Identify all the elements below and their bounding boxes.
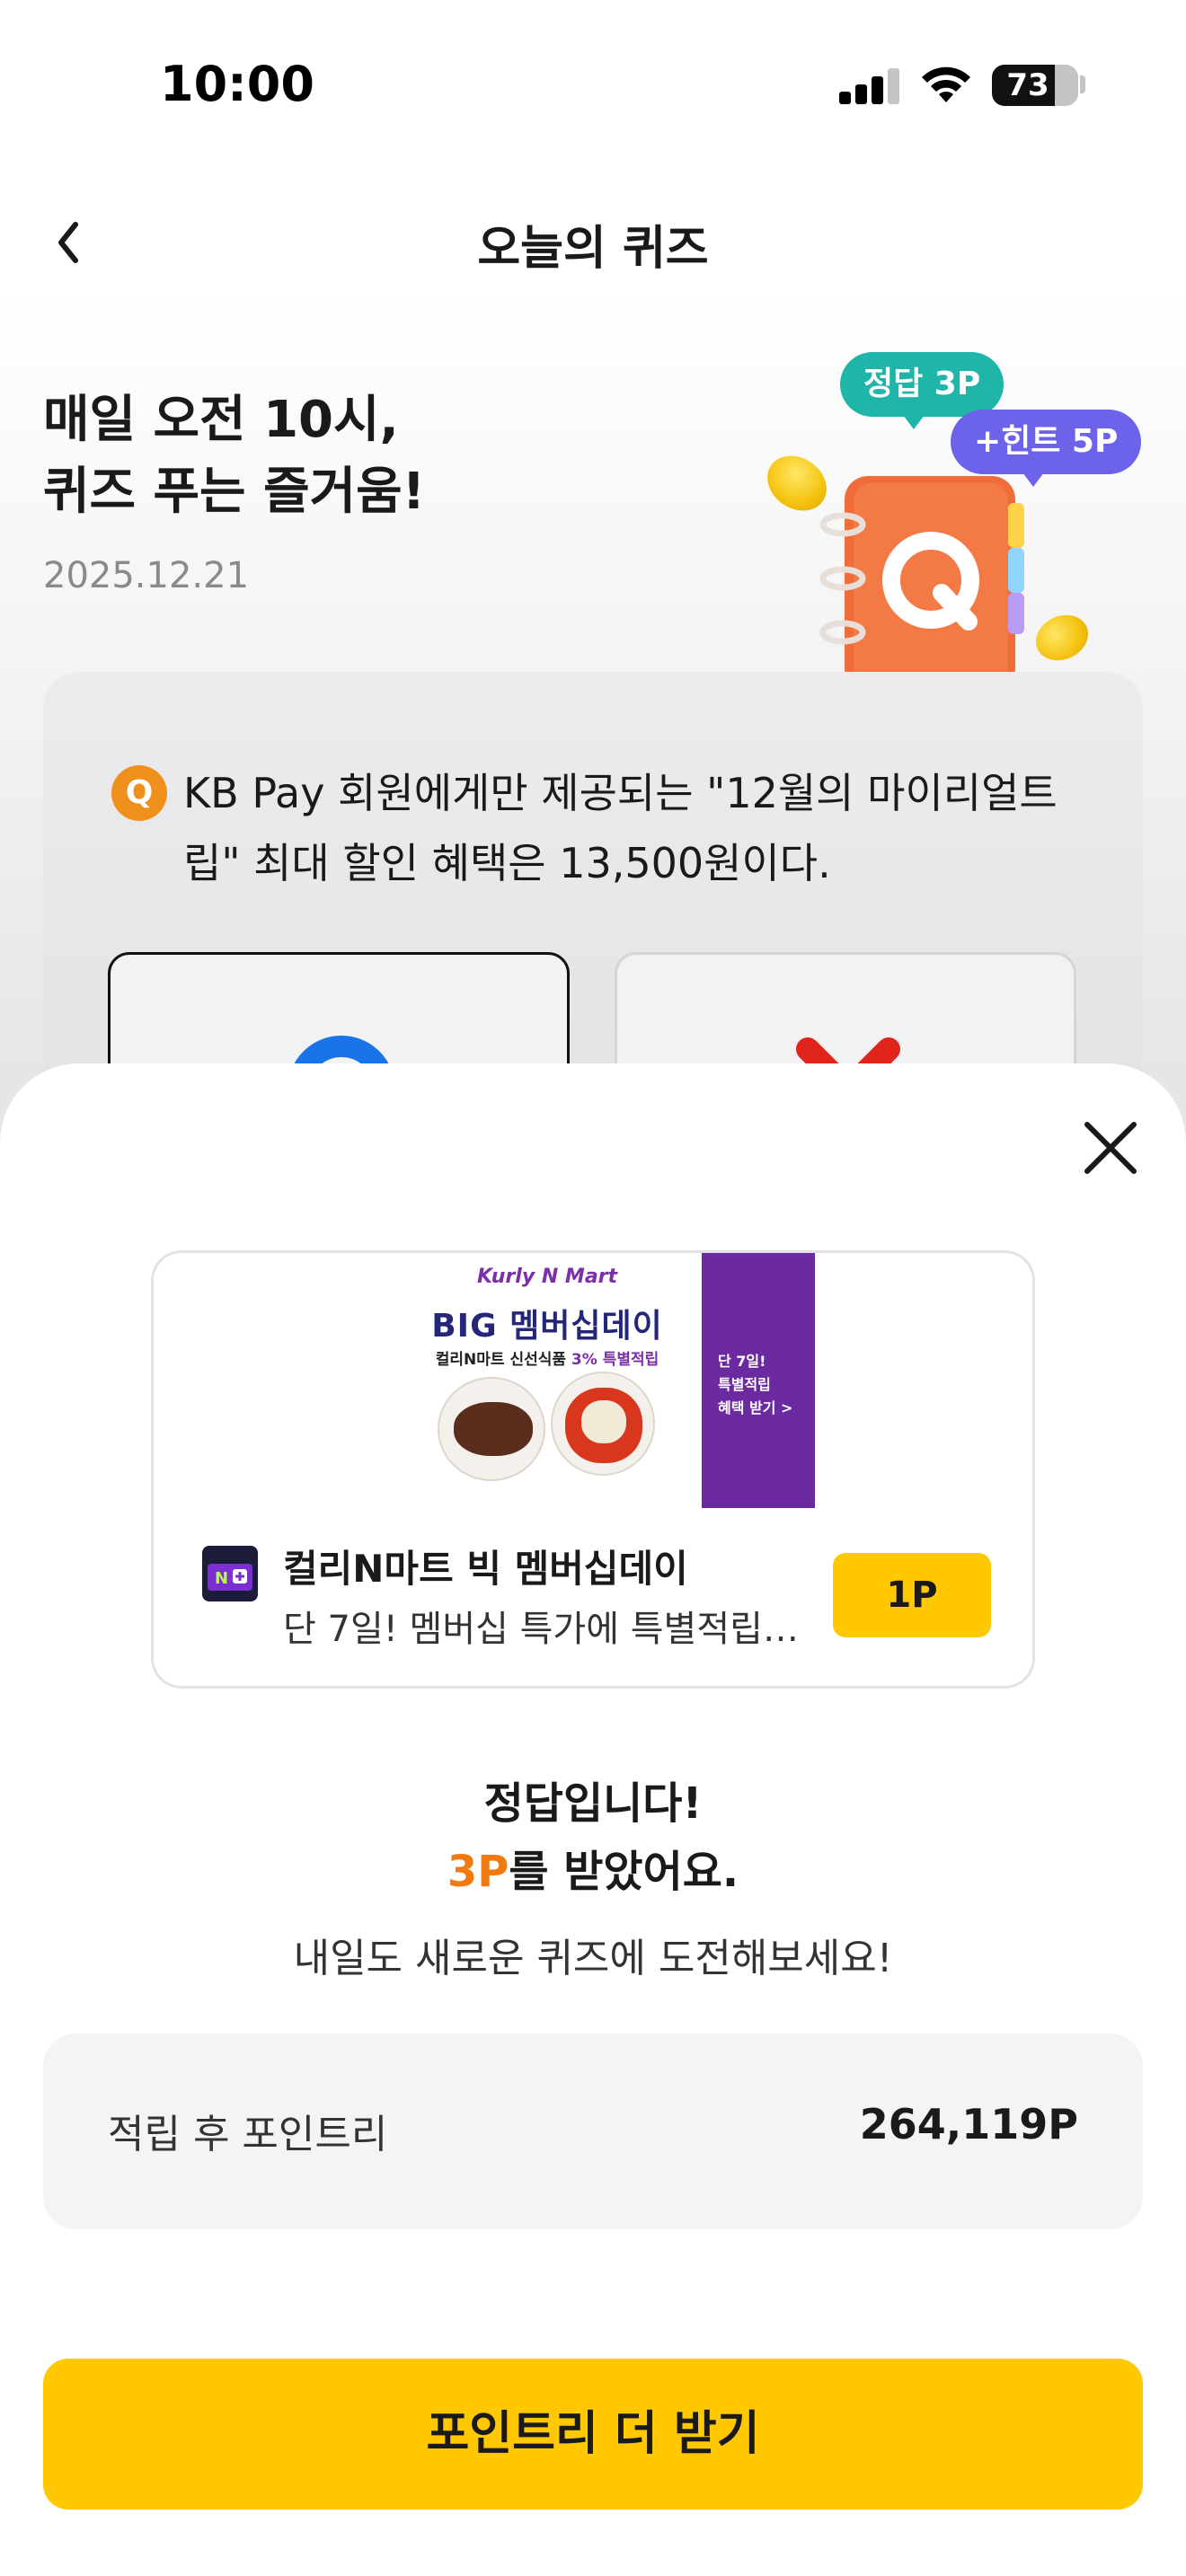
ad-banner-logo: Kurly N Mart	[476, 1266, 618, 1288]
hint-points-bubble: +힌트 5P	[951, 410, 1142, 487]
ad-banner-title: BIG 멤버십데이	[431, 1308, 663, 1345]
ad-banner[interactable]: Kurly N Mart BIG 멤버십데이 컬리N마트 신선식품 3% 특별적…	[393, 1253, 815, 1508]
result-bottom-sheet: Kurly N Mart BIG 멤버십데이 컬리N마트 신선식품 3% 특별적…	[0, 1063, 1186, 2576]
coin-icon	[1028, 606, 1096, 669]
quiz-question: KB Pay 회원에게만 제공되는 "12월의 마이리얼트립" 최대 할인 혜택…	[183, 769, 1058, 887]
nav-header: 오늘의 퀴즈	[0, 189, 1186, 296]
ad-description: 단 7일! 멤버십 특가에 특별적립까지	[283, 1609, 822, 1650]
chevron-left-icon[interactable]	[36, 207, 108, 278]
result-points-message: 3P를 받았어요.	[447, 1847, 739, 1897]
notebook-icon	[819, 476, 1024, 692]
ad-banner-subtitle: 컬리N마트 신선식품 3% 특별적립	[435, 1351, 659, 1369]
get-more-points-button[interactable]: 포인트리 더 받기	[43, 2359, 1143, 2510]
balance-value: 264,119P	[859, 2100, 1078, 2148]
svg-text:N: N	[215, 1569, 228, 1588]
ad-point-button[interactable]: 1P	[833, 1553, 991, 1637]
food-plate-image	[438, 1377, 545, 1481]
status-bar: 10:00 73	[0, 0, 1186, 171]
result-subtitle: 내일도 새로운 퀴즈에 도전해보세요!	[293, 1936, 893, 1981]
battery-icon: 73	[992, 65, 1078, 106]
quiz-date: 2025.12.21	[43, 555, 250, 596]
battery-cap	[1080, 75, 1085, 93]
balance-label: 적립 후 포인트리	[108, 2112, 388, 2157]
earned-points: 3P	[447, 1847, 509, 1897]
correct-points-bubble: 정답 3P	[840, 352, 1005, 429]
ad-banner-side-text: 단 7일! 특별적립 혜택 받기 >	[718, 1353, 793, 1416]
wifi-icon	[922, 66, 970, 102]
ad-brand-icon: N	[202, 1546, 258, 1601]
cellular-signal-icon	[839, 68, 902, 104]
food-plate-image	[551, 1372, 655, 1476]
ad-card[interactable]: Kurly N Mart BIG 멤버십데이 컬리N마트 신선식품 3% 특별적…	[151, 1250, 1035, 1689]
page-title: 오늘의 퀴즈	[477, 222, 709, 276]
hero-title-line1: 매일 오전 10시,	[43, 391, 399, 449]
hero-title: 매일 오전 10시, 퀴즈 푸는 즐거움!	[43, 384, 726, 528]
ad-banner-side-panel[interactable]: 단 7일! 특별적립 혜택 받기 >	[702, 1253, 815, 1508]
hero-title-line2: 퀴즈 푸는 즐거움!	[43, 463, 426, 521]
status-time: 10:00	[160, 56, 314, 112]
quiz-badge: Q	[111, 765, 167, 821]
ad-title: 컬리N마트 빅 멤버십데이	[283, 1547, 688, 1591]
close-icon[interactable]	[1075, 1112, 1146, 1184]
points-balance-box: 적립 후 포인트리 264,119P	[43, 2033, 1143, 2229]
battery-level: 73	[1006, 67, 1049, 103]
result-title: 정답입니다!	[483, 1778, 703, 1829]
